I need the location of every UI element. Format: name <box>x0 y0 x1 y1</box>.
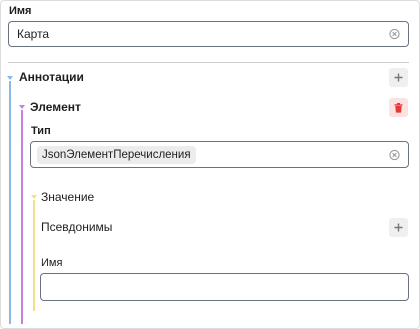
type-input[interactable]: JsonЭлементПеречисления <box>30 141 409 168</box>
element-collapse-caret[interactable] <box>19 105 25 109</box>
inner-name-input[interactable] <box>40 273 409 301</box>
trash-icon <box>394 102 403 113</box>
value-tree-line <box>33 200 35 311</box>
type-chip: JsonЭлементПеречисления <box>37 145 196 164</box>
aliases-title: Псевдонимы <box>41 220 113 234</box>
annotations-title: Аннотации <box>19 70 84 84</box>
element-tree-line <box>21 110 23 324</box>
name-input[interactable]: Карта <box>8 21 409 47</box>
type-label: Тип <box>31 125 51 137</box>
section-divider <box>8 62 409 63</box>
name-input-value: Карта <box>17 27 50 41</box>
form-panel: Имя Карта Аннотации Элемент Тип JsonЭлем… <box>0 0 420 329</box>
plus-icon <box>394 223 403 232</box>
add-annotation-button[interactable] <box>389 68 408 87</box>
clear-icon[interactable] <box>389 28 400 40</box>
add-alias-button[interactable] <box>389 218 408 237</box>
delete-element-button[interactable] <box>389 98 408 117</box>
plus-icon <box>394 73 403 82</box>
clear-icon[interactable] <box>389 149 400 160</box>
annotations-collapse-caret[interactable] <box>7 76 13 80</box>
value-title: Значение <box>41 190 95 204</box>
element-title: Элемент <box>30 100 81 114</box>
inner-name-label: Имя <box>41 257 63 269</box>
annotations-tree-line <box>9 81 11 324</box>
value-collapse-caret[interactable] <box>31 195 37 199</box>
name-label: Имя <box>9 5 32 17</box>
